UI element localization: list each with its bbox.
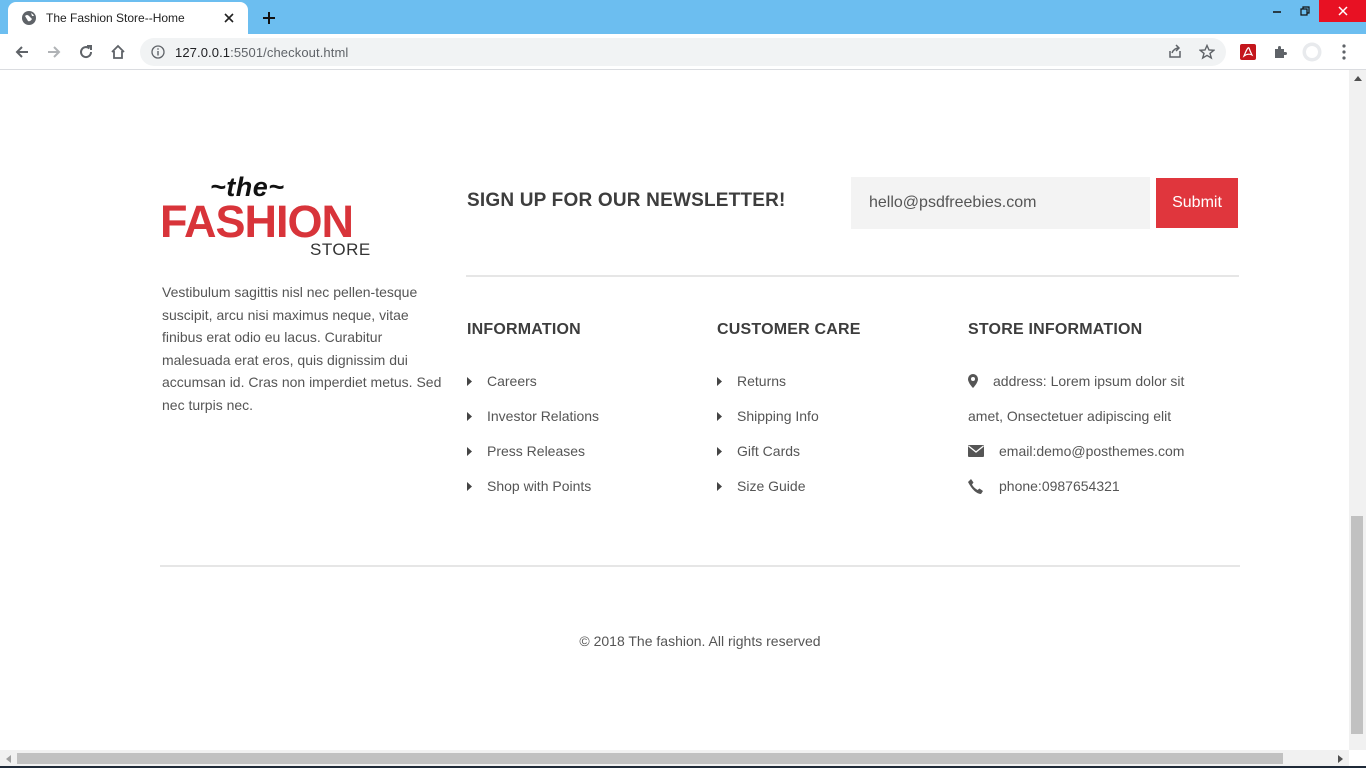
forward-arrow-icon[interactable] xyxy=(42,40,66,64)
vertical-scrollbar[interactable] xyxy=(1349,70,1366,750)
caret-right-icon xyxy=(717,445,737,457)
caret-right-icon xyxy=(467,445,487,457)
home-icon[interactable] xyxy=(106,40,130,64)
tab-title: The Fashion Store--Home xyxy=(46,11,185,25)
close-tab-icon[interactable] xyxy=(220,9,238,27)
window-controls xyxy=(1263,0,1366,22)
address-line-2: amet, Onsectetuer adipiscing elit xyxy=(968,408,1172,424)
footer-link-size-guide[interactable]: Size Guide xyxy=(717,478,805,494)
close-window-icon[interactable] xyxy=(1319,0,1366,22)
share-icon[interactable] xyxy=(1166,43,1184,61)
logo-store-text: STORE xyxy=(310,240,371,259)
new-tab-button[interactable] xyxy=(258,7,280,29)
browser-tab[interactable]: The Fashion Store--Home xyxy=(8,2,248,34)
caret-right-icon xyxy=(717,375,737,387)
footer-link-careers[interactable]: Careers xyxy=(467,373,537,389)
scroll-left-arrow-icon[interactable] xyxy=(0,750,17,767)
store-address: address: Lorem ipsum dolor sit xyxy=(968,373,1184,389)
puzzle-extensions-icon[interactable] xyxy=(1270,42,1290,62)
copyright-divider xyxy=(160,565,1240,567)
profile-avatar-icon[interactable] xyxy=(1302,42,1322,62)
footer-divider xyxy=(466,275,1239,277)
link-label: Press Releases xyxy=(487,443,586,459)
scroll-up-arrow-icon[interactable] xyxy=(1349,70,1366,87)
copyright-text: © 2018 The fashion. All rights reserved xyxy=(579,633,821,649)
logo-fashion-text: FASHION xyxy=(160,196,354,247)
footer-link-investor-relations[interactable]: Investor Relations xyxy=(467,408,599,424)
link-label: Careers xyxy=(487,373,537,389)
horizontal-scroll-thumb[interactable] xyxy=(17,753,1283,764)
footer-link-returns[interactable]: Returns xyxy=(717,373,786,389)
url-host: 127.0.0.1 xyxy=(175,45,231,60)
phone-text: phone:0987654321 xyxy=(999,478,1120,494)
caret-right-icon xyxy=(467,375,487,387)
pdf-extension-icon[interactable] xyxy=(1238,42,1258,62)
footer-link-gift-cards[interactable]: Gift Cards xyxy=(717,443,800,459)
phone-icon xyxy=(968,478,999,494)
footer-link-shipping-info[interactable]: Shipping Info xyxy=(717,408,819,424)
browser-toolbar: 127.0.0.1:5501/checkout.html xyxy=(0,34,1366,70)
link-label: Returns xyxy=(737,373,787,389)
newsletter-title: SIGN UP FOR OUR NEWSLETTER! xyxy=(467,190,786,211)
information-heading: INFORMATION xyxy=(467,321,581,338)
link-label: Investor Relations xyxy=(487,408,600,424)
scroll-right-arrow-icon[interactable] xyxy=(1332,750,1349,767)
store-phone: phone:0987654321 xyxy=(968,478,1120,494)
address-line-1: address: Lorem ipsum dolor sit xyxy=(993,373,1185,389)
newsletter-email-input[interactable] xyxy=(851,177,1150,229)
link-label: Size Guide xyxy=(737,478,806,494)
address-bar[interactable]: 127.0.0.1:5501/checkout.html xyxy=(140,38,1226,66)
newsletter-submit-button[interactable]: Submit xyxy=(1156,178,1238,228)
customer-care-heading: CUSTOMER CARE xyxy=(717,321,861,338)
reload-icon[interactable] xyxy=(74,40,98,64)
about-text: Vestibulum sagittis nisl nec pellen-tesq… xyxy=(162,284,442,413)
footer-link-shop-with-points[interactable]: Shop with Points xyxy=(467,478,591,494)
globe-icon xyxy=(21,10,37,26)
store-information-heading: STORE INFORMATION xyxy=(968,321,1143,338)
url-path: :5501/checkout.html xyxy=(230,45,349,60)
fashion-store-logo[interactable]: ~the~ FASHION STORE xyxy=(160,172,376,262)
link-label: Shop with Points xyxy=(487,478,592,494)
envelope-icon xyxy=(968,443,999,459)
link-label: Gift Cards xyxy=(737,443,801,459)
url-text: 127.0.0.1:5501/checkout.html xyxy=(175,45,348,60)
bookmark-star-icon[interactable] xyxy=(1198,43,1216,61)
back-arrow-icon[interactable] xyxy=(10,40,34,64)
email-text: email:demo@posthemes.com xyxy=(999,443,1185,459)
store-email: email:demo@posthemes.com xyxy=(968,443,1184,459)
restore-icon[interactable] xyxy=(1291,0,1319,22)
more-menu-icon[interactable] xyxy=(1334,42,1354,62)
info-icon[interactable] xyxy=(150,44,166,60)
link-label: Shipping Info xyxy=(737,408,819,424)
caret-right-icon xyxy=(717,410,737,422)
footer-link-press-releases[interactable]: Press Releases xyxy=(467,443,585,459)
map-marker-icon xyxy=(968,373,993,389)
caret-right-icon xyxy=(467,480,487,492)
browser-tab-strip: The Fashion Store--Home xyxy=(0,0,1366,34)
minimize-icon[interactable] xyxy=(1263,0,1291,22)
caret-right-icon xyxy=(717,480,737,492)
store-address-continued: amet, Onsectetuer adipiscing elit xyxy=(968,408,1171,424)
vertical-scroll-thumb[interactable] xyxy=(1351,516,1363,734)
caret-right-icon xyxy=(467,410,487,422)
horizontal-scrollbar[interactable] xyxy=(0,750,1349,767)
